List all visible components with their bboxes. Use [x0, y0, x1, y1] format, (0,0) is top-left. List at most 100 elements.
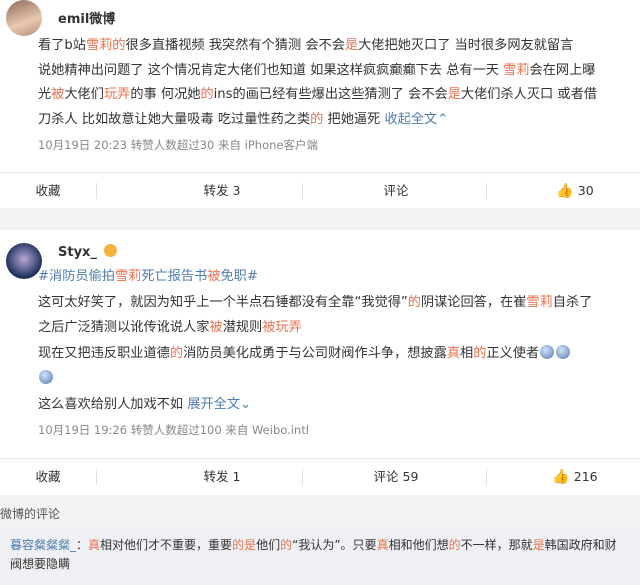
text-segment: 相	[460, 345, 474, 361]
text-segment: 被	[209, 320, 223, 335]
text-segment: 的	[232, 538, 245, 552]
text-segment: 之后广泛猜测以讹传讹说人家	[38, 320, 210, 335]
text-segment: 自杀了	[552, 294, 593, 310]
text-line: 看了b站雪莉的很多直播视频 我突然有个猜测 会不会是大佬把她灭口了 当时很多网友…	[38, 35, 573, 56]
comments-title: 微博的评论	[0, 507, 61, 521]
username[interactable]: Styx_	[58, 244, 118, 260]
comment-button[interactable]: 评论	[348, 173, 444, 209]
text-segment: 是	[532, 538, 545, 552]
text-segment: 大佬们杀人灭口 或者借	[460, 87, 597, 102]
post-meta: 10月19日 20:23 转赞人数超过30 来自 iPhone客户端	[38, 138, 318, 152]
text-segment: 这么喜欢给别人加戏不如	[38, 396, 188, 412]
avatar[interactable]	[6, 243, 42, 279]
text-segment: 的事 何况她	[130, 87, 201, 102]
comment-button[interactable]: 评论 59	[348, 459, 444, 495]
text-segment: 雪莉	[526, 294, 553, 310]
like-button[interactable]: 👍 30	[530, 173, 620, 209]
like-count: 216	[573, 469, 598, 484]
text-segment: 很多直播视频 我突然有个猜测 会不会	[125, 38, 345, 53]
favorite-button[interactable]: 收藏	[0, 173, 96, 209]
hashtag-link[interactable]: 免职#	[221, 269, 258, 284]
sticker-icon	[39, 370, 53, 384]
text-line: 之后广泛猜测以讹传讹说人家被潜规则被玩弄	[38, 317, 302, 338]
text-segment: 被	[51, 87, 65, 102]
action-bar: 收藏 转发 1 评论 59 👍 216	[0, 458, 640, 495]
text-segment: 的	[169, 345, 184, 361]
text-segment: 玩弄	[103, 87, 131, 102]
text-segment: ：	[76, 538, 89, 552]
text-segment: 说她精神出问题了 这个情况肯定大佬们也知道 如果这样疯疯癫癫下去 总有一天	[38, 62, 504, 78]
divider	[96, 183, 97, 199]
like-button[interactable]: 👍 216	[530, 459, 620, 495]
expand-link[interactable]: 展开全文	[187, 397, 240, 412]
text-segment: 现在又把违反职业道德	[38, 345, 170, 361]
expand-link[interactable]: 收起全文	[384, 112, 437, 127]
text-segment: 真	[376, 538, 389, 552]
text-segment: 他们	[256, 538, 281, 552]
divider	[486, 469, 487, 485]
commenter-name[interactable]: 暮容粲粲粲_	[10, 538, 76, 552]
text-segment: 光	[38, 87, 52, 102]
thumbs-up-icon: 👍	[552, 469, 570, 485]
text-segment: 潜规则	[222, 320, 263, 335]
divider	[96, 469, 97, 485]
text-segment: 雪莉	[503, 62, 530, 78]
text-segment: 大佬把她灭口了 当时很多网友就留言	[358, 38, 574, 53]
hashtag-link[interactable]: #消防员偷拍	[38, 269, 115, 284]
thumbs-up-icon: 👍	[556, 183, 574, 199]
text-segment: 雪莉的	[85, 38, 126, 53]
text-line: 这么喜欢给别人加戏不如 展开全文⌄	[38, 394, 251, 415]
text-segment: 阴谋论回答，在崔	[420, 294, 527, 310]
post-meta: 10月19日 19:26 转赞人数超过100 来自 Weibo.intl	[38, 423, 309, 437]
text-segment: 相对他们才不重要，重要	[100, 538, 233, 552]
avatar[interactable]	[6, 0, 42, 36]
expand-link[interactable]: ⌄	[240, 397, 251, 412]
text-segment: 是	[447, 87, 461, 102]
text-line: 刀杀人 比如故意让她大量吸毒 吃过量性药之类的 把她逼死 收起全文⌃	[38, 109, 448, 130]
favorite-button[interactable]: 收藏	[0, 459, 96, 495]
text-segment: 会在网上曝	[529, 62, 596, 78]
text-segment: “我认为”。只要	[292, 538, 377, 552]
text-segment: ins的画已经有些爆出这些猜测了 会不会	[213, 87, 448, 102]
text-segment: 真	[446, 345, 460, 361]
text-segment: 把她逼死	[323, 111, 385, 127]
text-line: 现在又把违反职业道德的消防员美化成勇于与公司财阀作斗争，想披露真相的正义使者	[38, 343, 571, 364]
text-segment: 大佬们	[64, 87, 104, 102]
text-line: 光被大佬们玩弄的事 何况她的ins的画已经有些爆出这些猜测了 会不会是大佬们杀人…	[38, 84, 597, 105]
repost-button[interactable]: 转发 1	[174, 459, 270, 495]
text-segment: 阀想要隐瞒	[10, 557, 71, 571]
text-segment: 消防员美化成勇于与公司财阀作斗争，想披露	[183, 345, 447, 361]
text-segment: 看了b站	[38, 38, 86, 53]
text-segment: 被	[207, 269, 221, 284]
text-segment: 的	[448, 538, 461, 552]
divider	[302, 469, 303, 485]
text-segment: 的	[310, 111, 324, 127]
like-count: 30	[577, 183, 594, 198]
divider	[486, 183, 487, 199]
text-segment: 这可太好笑了，就因为知乎上一个半点石锤都没有全靠“我觉得”	[38, 294, 408, 310]
text-segment: 刀杀人 比如故意让她大量吸毒 吃过量性药之类	[38, 111, 311, 127]
text-segment: 的	[473, 345, 487, 361]
text-segment: 相和他们想	[388, 538, 449, 552]
comment-text: 暮容粲粲粲_：真相对他们才不重要，重要的是他们的“我认为”。只要真相和他们想的不…	[10, 536, 617, 574]
text-segment: 被玩弄	[262, 320, 302, 335]
text-segment: 正义使者	[486, 345, 540, 361]
text-segment: 韩国政府和财	[544, 538, 617, 552]
divider	[302, 183, 303, 199]
text-line: 说她精神出问题了 这个情况肯定大佬们也知道 如果这样疯疯癫癫下去 总有一天 雪莉…	[38, 60, 595, 81]
text-segment: 的	[200, 87, 214, 102]
text-line: 这可太好笑了，就因为知乎上一个半点石锤都没有全靠“我觉得”的阴谋论回答，在崔雪莉…	[38, 292, 592, 313]
text-segment: 真	[88, 538, 101, 552]
text-line	[38, 368, 54, 389]
post-card-2: Styx_ #消防员偷拍雪莉死亡报告书被免职# 这可太好笑了，就因为知乎上一个半点…	[0, 230, 640, 495]
comment-line: 暮容粲粲粲_：真相对他们才不重要，重要的是他们的“我认为”。只要真相和他们想的不…	[10, 536, 617, 555]
action-bar: 收藏 转发 3 评论 👍 30	[0, 172, 640, 209]
text-segment: 是	[344, 38, 359, 53]
sticker-icon	[540, 344, 555, 359]
text-segment: 雪莉	[115, 269, 142, 284]
repost-button[interactable]: 转发 3	[174, 173, 270, 209]
expand-link[interactable]: ⌃	[437, 112, 448, 127]
username[interactable]: emil微博	[58, 8, 115, 27]
hashtag-link[interactable]: 死亡报告书	[141, 269, 207, 284]
text-segment: 不一样，那就	[460, 538, 533, 552]
